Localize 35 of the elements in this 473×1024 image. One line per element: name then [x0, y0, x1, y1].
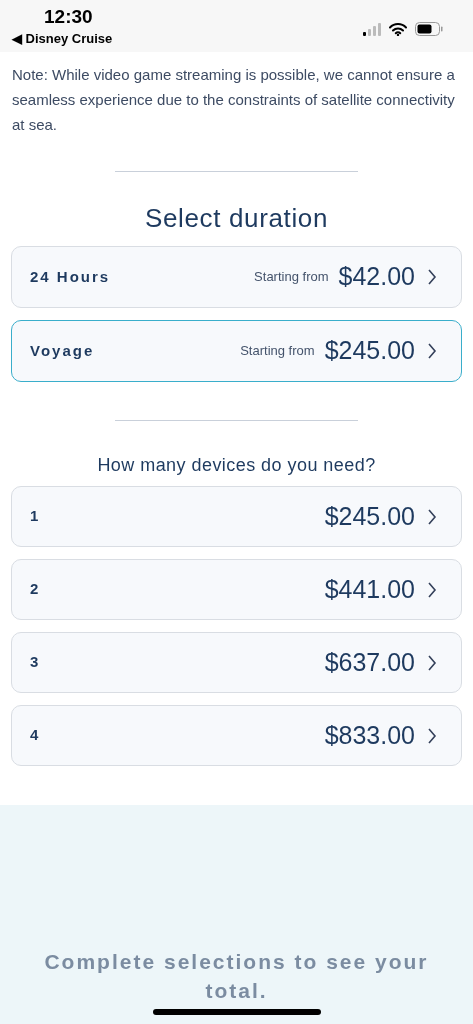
battery-icon [415, 22, 443, 36]
option-label: Voyage [30, 340, 95, 361]
signal-icon [363, 22, 381, 36]
option-card[interactable]: Voyage Starting from $245.00 [11, 320, 462, 382]
option-card[interactable]: 2 $441.00 [11, 559, 462, 620]
price: $245.00 [324, 335, 415, 367]
chevron-icon [427, 653, 437, 672]
option-label: 4 [30, 725, 41, 746]
chevron-icon [427, 342, 437, 360]
note-text: Note: While video game streaming is possible, we cannot ensure a seamless experience due to the constraints of satellite connectivity at sea. [11, 65, 456, 135]
status-time: 12:30 [44, 6, 94, 28]
price: $637.00 [324, 646, 415, 678]
price: $441.00 [324, 573, 415, 605]
price-prefix: Starting from [240, 342, 315, 361]
wifi-icon [389, 22, 407, 36]
section-heading: Select duration [143, 202, 330, 234]
price: $42.00 [338, 261, 415, 293]
option-label: 2 [30, 579, 41, 600]
option-label: 1 [30, 506, 41, 527]
option-label: 3 [30, 652, 41, 673]
option-label: 24 Hours [30, 266, 111, 287]
chevron-icon [427, 726, 437, 745]
chevron-icon [427, 507, 437, 526]
chevron-icon [427, 268, 437, 286]
back-link[interactable]: ◀ Disney Cruise [12, 31, 113, 47]
option-card[interactable]: 1 $245.00 [11, 486, 462, 547]
price-prefix: Starting from [254, 268, 329, 287]
price: $833.00 [324, 719, 415, 751]
total-message: Complete selections to see your total. [43, 949, 430, 1004]
option-card[interactable]: 24 Hours Starting from $42.00 [11, 246, 462, 308]
chevron-icon [427, 580, 437, 599]
option-card[interactable]: 4 $833.00 [11, 705, 462, 766]
price: $245.00 [324, 500, 415, 532]
option-card[interactable]: 3 $637.00 [11, 632, 462, 693]
section-heading: How many devices do you need? [96, 454, 377, 477]
